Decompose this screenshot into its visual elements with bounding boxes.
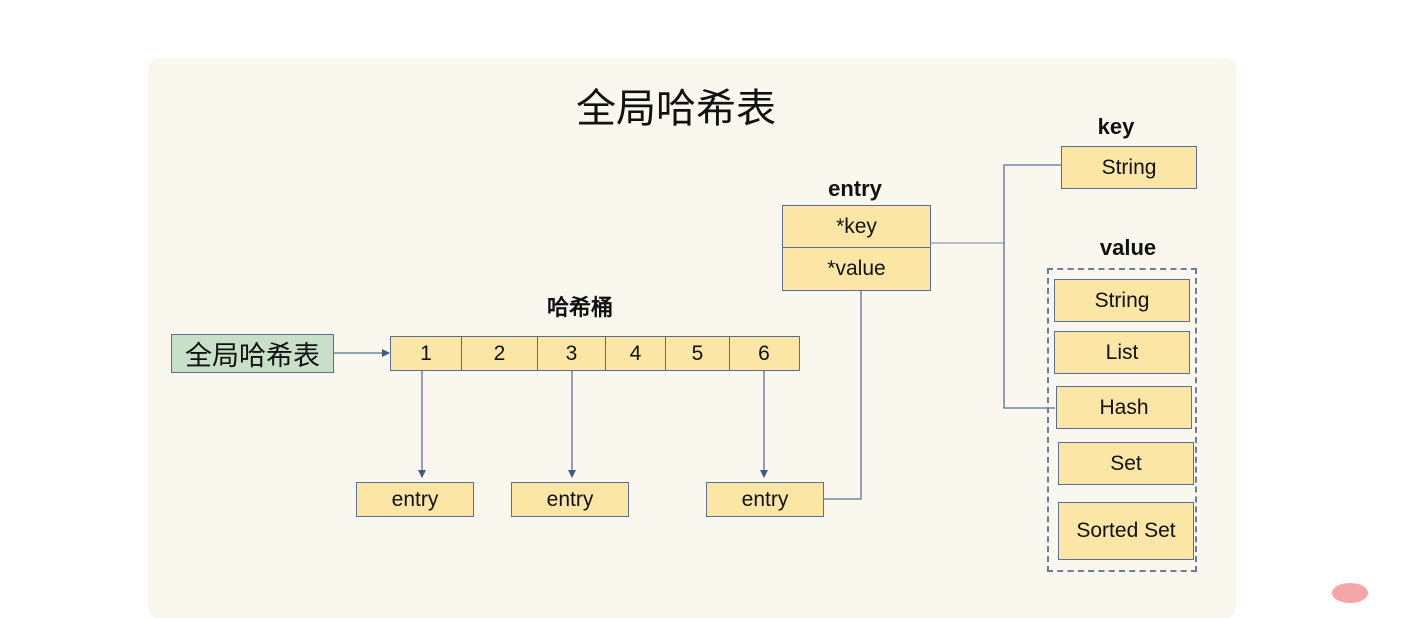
bucket-label: 哈希桶 (546, 295, 613, 320)
corner-decoration (1332, 583, 1368, 603)
line-entry-to-struct (823, 290, 862, 500)
bucket-3: 3 (537, 336, 606, 371)
bucket-6: 6 (728, 336, 800, 371)
value-type-sorted-set: Sorted Set (1058, 502, 1194, 560)
entry-box-3: entry (706, 482, 824, 517)
bucket-1: 1 (390, 336, 462, 371)
key-type-string: String (1061, 146, 1197, 189)
value-type-hash: Hash (1056, 386, 1192, 429)
global-hash-table-box: 全局哈希表 (171, 334, 334, 373)
entry-box-1: entry (356, 482, 474, 517)
key-label: key (1097, 114, 1135, 139)
entry-field-value: *value (782, 247, 931, 291)
entry-box-2: entry (511, 482, 629, 517)
entry-field-key: *key (782, 205, 931, 249)
bucket-2: 2 (460, 336, 539, 371)
entry-struct-label: entry (828, 176, 882, 201)
value-label: value (1099, 235, 1157, 260)
value-type-string: String (1054, 279, 1190, 322)
bucket-5: 5 (665, 336, 730, 371)
value-type-set: Set (1058, 442, 1194, 485)
bucket-4: 4 (604, 336, 667, 371)
hash-buckets: 1 2 3 4 5 6 (390, 336, 800, 371)
value-type-list: List (1054, 331, 1190, 374)
